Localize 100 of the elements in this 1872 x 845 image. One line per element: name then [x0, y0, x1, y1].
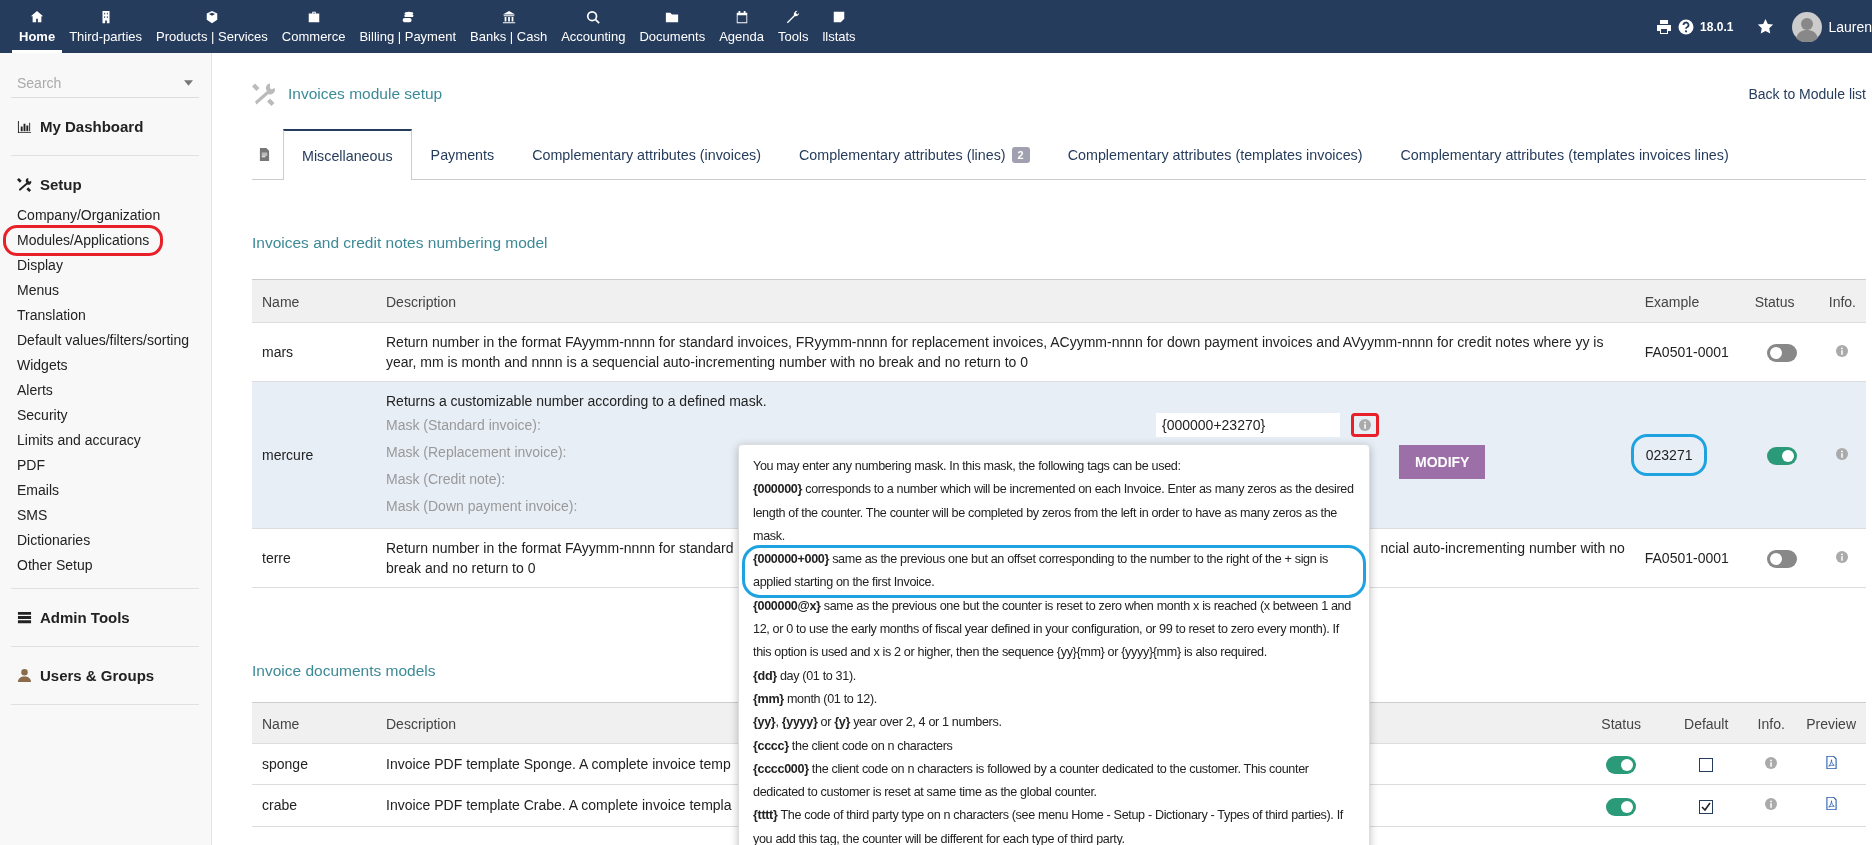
checkbox[interactable] [1699, 758, 1714, 773]
example-value: 023271 [1645, 447, 1693, 463]
nav-item[interactable]: Agenda [712, 0, 772, 53]
nav-item[interactable]: Accounting [554, 0, 633, 53]
description-text: Invoice PDF template Crabe. A complete invoice templa [386, 797, 732, 814]
toggle-switch[interactable] [1606, 797, 1637, 816]
sidebar-section[interactable]: My Dashboard [11, 108, 199, 145]
nav-item[interactable]: Third-parties [62, 0, 150, 53]
column-header: Description [386, 716, 457, 732]
description-text: Return number in the format FAyymm-nnnn for standard [386, 539, 734, 558]
tab[interactable]: Complementary attributes (lines) 2 [780, 129, 1049, 179]
help-icon[interactable] [1678, 18, 1695, 35]
note-icon [832, 9, 846, 24]
toggle-switch[interactable] [1766, 447, 1797, 466]
help-text: You may enter any numbering mask. In this mask, the following tags can be used: [753, 458, 1182, 475]
sidebar-section[interactable]: Users & Groups [11, 657, 199, 694]
toggle-switch[interactable] [1606, 756, 1637, 775]
info-icon[interactable] [1836, 551, 1849, 563]
search-field[interactable]: Search [17, 75, 184, 91]
search-icon [586, 9, 601, 24]
nav-item[interactable]: llstats [815, 0, 863, 53]
description-text: Returns a customizable number according to a defined mask. [386, 393, 767, 409]
info-icon[interactable] [1836, 345, 1849, 357]
nav-item[interactable]: Banks | Cash [463, 0, 555, 53]
sidebar-item[interactable]: Other Setup [11, 553, 99, 578]
sidebar-item[interactable]: Display [11, 253, 69, 278]
tab[interactable]: Complementary attributes (invoices) [513, 129, 780, 179]
page-title: Invoices module setup [288, 85, 443, 103]
section-heading: Invoices and credit notes numbering model [252, 234, 548, 251]
table-cell: crabe [262, 797, 298, 814]
server-icon [17, 610, 32, 625]
version-label: 18.0.1 [1700, 19, 1734, 34]
description-text: Invoice PDF template Sponge. A complete invoice temp [386, 756, 731, 773]
nav-item[interactable]: Products | Services [149, 0, 275, 53]
help-text: {000000+000} same as the previous one but an offset corresponding to the number to the right of the + sign is applied starting on the first Invoice. [753, 551, 1329, 592]
pdf-icon[interactable] [1825, 797, 1837, 811]
avatar-icon[interactable] [1792, 11, 1823, 42]
coins-icon [400, 9, 415, 24]
column-header: Name [262, 294, 300, 310]
bank-icon [501, 9, 516, 24]
sidebar-item[interactable]: Default values/filters/sorting [11, 328, 195, 353]
help-text: {yy}, {yyyy} or {y} year over 2, 4 or 1 numbers. [753, 714, 1003, 732]
mask-label: Mask (Down payment invoice): [386, 497, 578, 514]
table-cell: sponge [262, 756, 308, 773]
description-text: ncial auto-incrementing number with no [1380, 539, 1625, 558]
home-icon [30, 9, 45, 24]
sidebar-section[interactable]: Setup [11, 166, 199, 203]
chart-icon [17, 119, 32, 134]
tab[interactable]: Complementary attributes (templates invoices) [1048, 129, 1382, 179]
sidebar-item[interactable]: Menus [11, 278, 66, 303]
sidebar-item[interactable]: Security [11, 403, 74, 428]
tab[interactable]: Complementary attributes (templates invoices lines) [1381, 129, 1748, 179]
info-icon[interactable] [1765, 798, 1778, 811]
nav-item[interactable]: Commerce [274, 0, 353, 53]
help-text: {mm} month (01 to 12). [753, 690, 878, 708]
pdf-icon[interactable] [1825, 756, 1837, 770]
user-name[interactable]: Lauren [1828, 18, 1872, 35]
description-text: Return number in the format FAyymm-nnnn for standard invoices, FRyymm-nnnn for replacement invoices, ACyymm-nnnn for down payment invoices and AVyymm-nnnn for credit notes where yy is year, mm is month and nnnn is a sequencial auto-incrementing number with no break and no return to 0 [386, 334, 1604, 370]
info-icon[interactable] [1359, 418, 1371, 431]
sidebar-item[interactable]: Emails [11, 478, 65, 503]
column-header: Default [1684, 716, 1729, 732]
nav-item[interactable]: Billing | Payment [352, 0, 464, 53]
document-icon [259, 148, 270, 161]
checkbox[interactable] [1699, 799, 1714, 814]
description-text: break and no return to 0 [386, 560, 536, 576]
cube-icon [204, 9, 219, 24]
sidebar-item[interactable]: Modules/Applications [11, 228, 156, 253]
sidebar-item[interactable]: PDF [11, 453, 51, 478]
example-value: FA0501-0001 [1644, 550, 1729, 566]
tab[interactable]: Miscellaneous [283, 129, 412, 180]
tools-icon [252, 82, 276, 106]
sidebar-item[interactable]: Widgets [11, 353, 74, 378]
modify-button[interactable]: MODIFY [1399, 445, 1486, 479]
caret-icon[interactable] [184, 80, 193, 86]
help-text: {dd} day (01 to 31). [753, 667, 857, 685]
print-icon[interactable] [1656, 18, 1673, 35]
table-cell: mercure [262, 447, 314, 463]
column-header: Status [1754, 294, 1795, 310]
tab[interactable]: Payments [411, 129, 514, 179]
sidebar-item[interactable]: Translation [11, 303, 92, 328]
sidebar-item[interactable]: Limits and accuracy [11, 428, 147, 453]
sidebar-item[interactable]: Company/Organization [11, 203, 167, 228]
info-icon[interactable] [1765, 757, 1778, 770]
nav-item[interactable]: Tools [771, 0, 816, 53]
mask-input[interactable]: {000000+23270} [1156, 412, 1340, 437]
toggle-switch[interactable] [1766, 344, 1797, 363]
sidebar-item[interactable]: Dictionaries [11, 528, 97, 553]
column-header: Info. [1828, 294, 1856, 310]
sidebar-item[interactable]: Alerts [11, 378, 59, 403]
star-icon[interactable] [1757, 18, 1775, 35]
toggle-switch[interactable] [1766, 550, 1797, 569]
sidebar-item[interactable]: SMS [11, 503, 54, 528]
sidebar-section[interactable]: Admin Tools [11, 599, 199, 636]
info-icon[interactable] [1836, 448, 1849, 460]
nav-item[interactable]: Documents [632, 0, 713, 53]
back-link[interactable]: Back to Module list [1748, 86, 1866, 102]
section-heading: Invoice documents models [252, 662, 436, 679]
tools-icon [17, 177, 32, 192]
count-badge: 2 [1011, 146, 1030, 163]
help-text: {000000@x} same as the previous one but the counter is reset to zero when month x is reached (x between 1 and 12, or 0 to use the early months of fiscal year defined in your configuration, or 99 to reset to zero every month). If this option is used and x is 2 or higher, then the sequence {yy}{mm} or {yyyy}{mm} is also required. [753, 597, 1352, 662]
